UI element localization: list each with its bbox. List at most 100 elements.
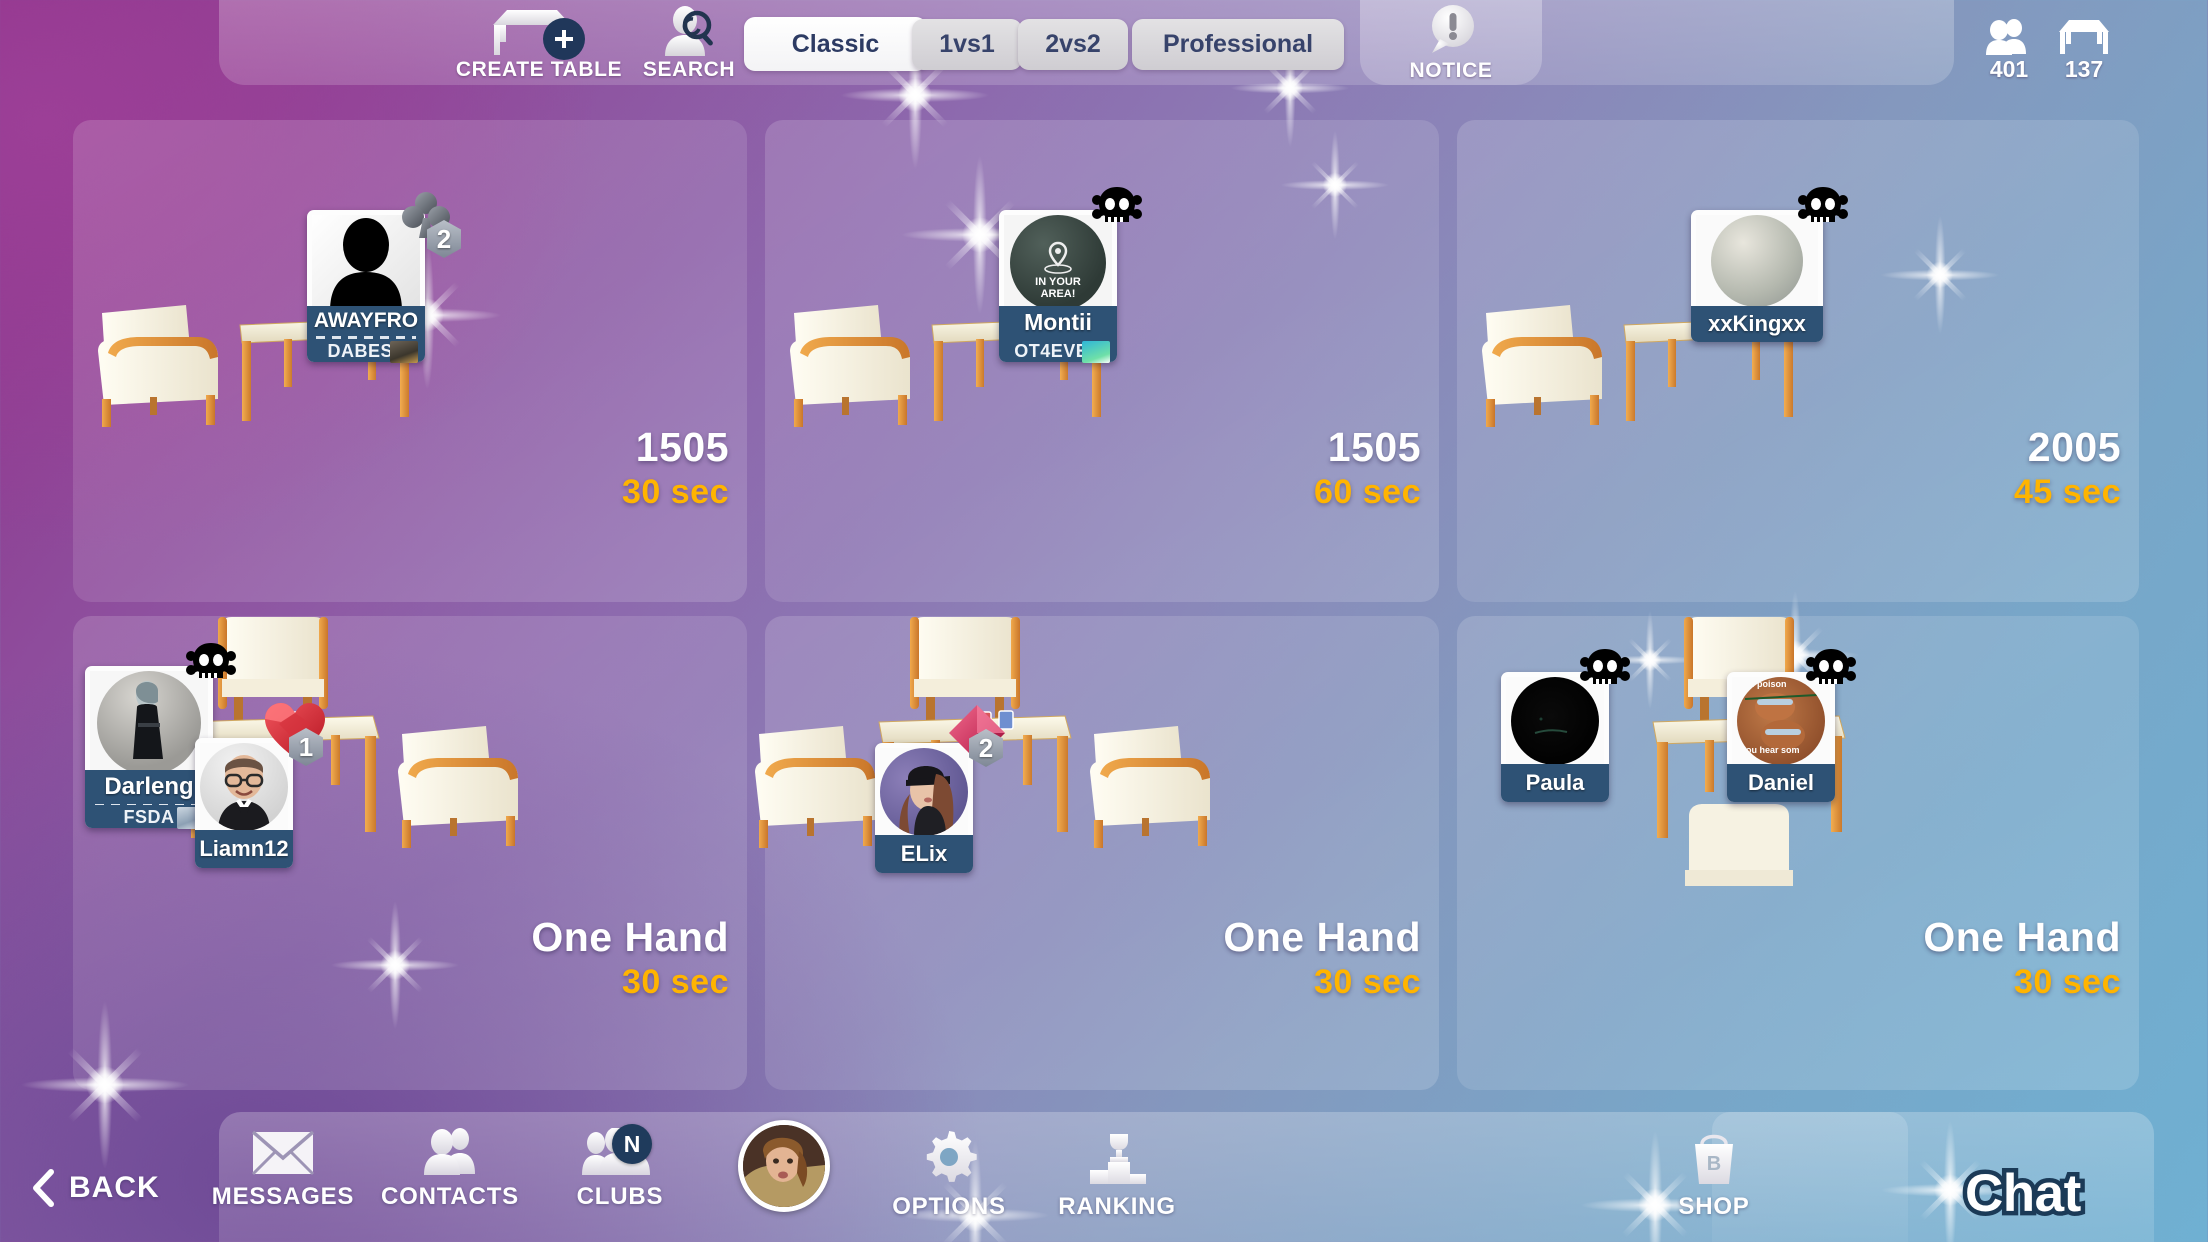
- player-info-band: AWAYFRO DABEST: [307, 306, 425, 363]
- table-card-2[interactable]: IN YOUR AREA! Montii OT4EVER 1505 60 sec: [765, 120, 1439, 602]
- shopping-bag-icon: B: [1685, 1128, 1743, 1186]
- player-card[interactable]: nol poison you hear som Daniel: [1727, 649, 1856, 802]
- table-card-1[interactable]: AWAYFRO DABEST 2 1505 30 sec: [73, 120, 747, 602]
- player-name: Daniel: [1747, 770, 1815, 795]
- table-status: 2005 45 sec: [2014, 424, 2121, 512]
- table-card-3[interactable]: xxKingxx 2005 45 sec: [1457, 120, 2139, 602]
- mode-tab-classic[interactable]: Classic: [744, 17, 927, 71]
- nav-options-label: OPTIONS: [892, 1193, 1006, 1220]
- avatar: nol poison you hear som: [1732, 677, 1830, 765]
- mode-tab-professional[interactable]: Professional: [1132, 19, 1344, 70]
- nav-contacts[interactable]: CONTACTS: [365, 1128, 535, 1211]
- notice-button[interactable]: NOTICE: [1360, 0, 1542, 85]
- svg-text:AREA!: AREA!: [1041, 288, 1076, 300]
- nav-ranking[interactable]: RANKING: [1032, 1128, 1202, 1221]
- notice-bubble-icon: [1422, 3, 1480, 57]
- table-timer: 30 sec: [1314, 963, 1421, 1001]
- table-score: One Hand: [1223, 914, 1421, 960]
- tables-open-count: 137: [2064, 56, 2104, 82]
- player-card[interactable]: Liamn12 1: [195, 703, 325, 868]
- table-timer: 30 sec: [2014, 963, 2121, 1001]
- back-label: BACK: [69, 1171, 160, 1204]
- chevron-left-icon: [30, 1168, 56, 1208]
- create-table-button[interactable]: CREATE TABLE: [444, 6, 634, 82]
- chair-graphic: [1472, 295, 1612, 430]
- nav-messages[interactable]: MESSAGES: [198, 1128, 368, 1211]
- mode-tab-professional-label: Professional: [1162, 30, 1314, 58]
- club-row: FSDA: [93, 806, 206, 829]
- table-plus-icon: [491, 6, 587, 60]
- player-name: ELix: [900, 841, 948, 866]
- clubs-notification-badge: N: [612, 1124, 652, 1164]
- player-name: Liamn12: [199, 836, 289, 861]
- player-card[interactable]: IN YOUR AREA! Montii OT4EVER: [999, 187, 1142, 363]
- chair-graphic-front: [1679, 796, 1799, 906]
- search-button[interactable]: SEARCH: [614, 6, 764, 82]
- chat-label: Chat: [1961, 1160, 2086, 1228]
- envelope-icon: [251, 1128, 315, 1176]
- skull-badge-icon: [185, 640, 237, 684]
- skull-badge-icon: [1091, 184, 1143, 228]
- mode-tab-1vs1-label: 1vs1: [939, 30, 995, 58]
- club-row: OT4EVER: [1006, 340, 1110, 363]
- table-score: One Hand: [1923, 914, 2121, 960]
- player-info-band: Daniel: [1727, 764, 1835, 802]
- avatar: [1506, 677, 1604, 765]
- player-card[interactable]: Paula: [1501, 649, 1630, 802]
- nav-options[interactable]: OPTIONS: [864, 1128, 1034, 1221]
- svg-text:IN YOUR: IN YOUR: [1035, 276, 1081, 288]
- mode-tab-classic-label: Classic: [791, 29, 880, 58]
- chair-graphic-right: [1080, 716, 1220, 851]
- table-card-6[interactable]: Paula nol poison you hear som Daniel One…: [1457, 616, 2139, 1090]
- club-name: FSDA: [123, 807, 175, 827]
- table-score: 1505: [635, 424, 729, 470]
- player-card[interactable]: Darleng FSDA: [85, 643, 236, 829]
- nav-contacts-label: CONTACTS: [381, 1183, 519, 1210]
- table-status: One Hand 30 sec: [1923, 914, 2121, 1002]
- club-emblem-icon: [1081, 340, 1110, 363]
- search-label: SEARCH: [642, 58, 736, 81]
- player-name: AWAYFRO: [313, 309, 419, 332]
- table-timer: 30 sec: [622, 963, 729, 1001]
- nav-profile-avatar[interactable]: [699, 1120, 869, 1212]
- table-card-5[interactable]: ELix 2 One Hand 30 sec: [755, 616, 1439, 1090]
- nav-messages-label: MESSAGES: [211, 1183, 355, 1210]
- contacts-icon: [414, 1128, 486, 1176]
- player-info-band: Darleng FSDA: [85, 770, 213, 829]
- player-info-band: Paula: [1501, 764, 1609, 802]
- table-timer: 60 sec: [1314, 473, 1421, 511]
- tables-open-counter: 137: [2039, 18, 2129, 83]
- nav-clubs[interactable]: N CLUBS: [535, 1124, 705, 1211]
- nav-shop[interactable]: B SHOP: [1629, 1128, 1799, 1221]
- gear-icon: [918, 1128, 980, 1186]
- player-info-band: Montii OT4EVER: [999, 306, 1117, 363]
- players-online-count: 401: [1989, 56, 2029, 82]
- mode-tab-2vs2-label: 2vs2: [1045, 30, 1101, 58]
- table-timer: 30 sec: [622, 473, 729, 511]
- people-icon: [1982, 18, 2036, 56]
- player-card[interactable]: AWAYFRO DABEST 2: [307, 192, 461, 363]
- table-status: One Hand 30 sec: [1223, 914, 1421, 1002]
- svg-text:B: B: [1707, 1153, 1721, 1175]
- clubs-icon: N: [578, 1124, 662, 1176]
- mode-tab-1vs1[interactable]: 1vs1: [912, 19, 1022, 70]
- top-toolbar: CREATE TABLE SEARCH Classic 1vs1 2vs2 Pr…: [219, 0, 2109, 85]
- nav-clubs-label: CLUBS: [576, 1183, 664, 1210]
- chair-graphic-right: [388, 716, 528, 851]
- player-card[interactable]: ELix 2: [875, 705, 1005, 873]
- skull-badge-icon: [1797, 184, 1849, 228]
- table-status: 1505 60 sec: [1314, 424, 1421, 512]
- player-info-band: xxKingxx: [1691, 306, 1823, 342]
- back-button[interactable]: BACK: [30, 1168, 160, 1208]
- user-avatar-icon: [738, 1120, 830, 1212]
- table-score: 1505: [1327, 424, 1421, 470]
- mode-tab-2vs2[interactable]: 2vs2: [1018, 19, 1128, 70]
- chat-button[interactable]: Chat: [1961, 1160, 2086, 1228]
- create-table-label: CREATE TABLE: [455, 58, 623, 81]
- player-card[interactable]: xxKingxx: [1691, 187, 1848, 342]
- player-name: Montii: [1024, 309, 1092, 335]
- table-status: 1505 30 sec: [622, 424, 729, 512]
- skull-badge-icon: [1579, 646, 1631, 690]
- table-card-4[interactable]: Darleng FSDA Liamn12 1 One Hand 30 sec: [73, 616, 747, 1090]
- chair-graphic: [780, 295, 920, 430]
